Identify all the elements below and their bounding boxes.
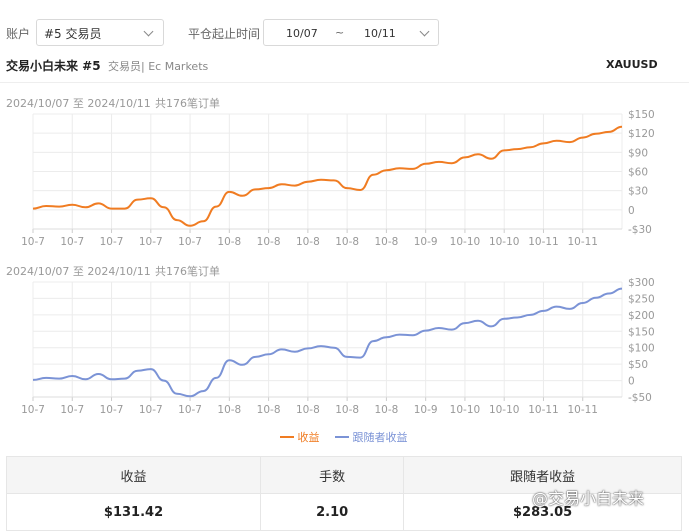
chart2-x-tick-label: 10-7 — [60, 404, 84, 416]
chart1-y-tick-label: $150 — [628, 109, 655, 121]
account-label: 账户 — [6, 27, 31, 41]
trader-name: 交易小白未来 #5 — [6, 59, 101, 73]
legend-item-follower[interactable]: 跟随者收益 — [335, 429, 408, 445]
chart1-x-tick-label: 10-8 — [335, 236, 359, 248]
chart2-x-tick-label: 10-7 — [178, 404, 202, 416]
chart1-x-tick-label: 10-7 — [139, 236, 163, 248]
chart2-x-tick-label: 10-7 — [139, 404, 163, 416]
chart1-x-tick-label: 10-8 — [374, 236, 398, 248]
chart2-x-tick-label: 10-8 — [374, 404, 398, 416]
chart1-x-tick-label: 10-9 — [414, 236, 438, 248]
chart2-x-tick-label: 10-10 — [450, 404, 481, 416]
chart1-x-tick-label: 10-10 — [489, 236, 520, 248]
chart2-x-tick-label: 10-8 — [257, 404, 281, 416]
header-divider — [0, 82, 689, 83]
chart2-y-tick-label: $100 — [628, 343, 655, 355]
chart1-series-line — [32, 125, 623, 227]
chart2-x-tick-label: 10-7 — [21, 404, 45, 416]
chart2-x-tick-label: 10-11 — [528, 404, 559, 416]
chart1-x-tick-label: 10-8 — [217, 236, 241, 248]
chart2-x-tick-label: 10-7 — [100, 404, 124, 416]
chart1-x-tick-label: 10-8 — [257, 236, 281, 248]
chart1-y-tick-label: -$30 — [628, 224, 652, 236]
chart2-y-tick-label: $250 — [628, 293, 655, 305]
chart1-x-tick-label: 10-11 — [567, 236, 598, 248]
date-to-input[interactable]: 10/11 — [364, 27, 396, 40]
legend-label-profit: 收益 — [297, 431, 320, 444]
chart2-x-tick-label: 10-8 — [296, 404, 320, 416]
date-range-picker[interactable]: 10/07 ~ 10/11 — [263, 19, 439, 46]
profit-chart: $150 $120 $90 $60 $30 0 -$30 10-7 10-7 10-7 10-7 10… — [21, 109, 655, 248]
date-separator: ~ — [335, 26, 345, 39]
chart2-y-tick-label: $200 — [628, 310, 655, 322]
account-select-value: #5 交易员 — [44, 27, 102, 41]
summary-value-profit: $131.42 — [5, 493, 262, 531]
chart1-x-tick-label: 10-7 — [60, 236, 84, 248]
watermark: @交易小白未来 — [532, 489, 645, 508]
chart1-x-tick-label: 10-8 — [296, 236, 320, 248]
legend-item-profit[interactable]: 收益 — [280, 429, 320, 445]
chevron-down-icon — [143, 26, 154, 37]
chart1-y-tick-label: 0 — [628, 205, 635, 217]
chart2-x-tick-label: 10-8 — [217, 404, 241, 416]
chart1-x-tick-label: 10-11 — [528, 236, 559, 248]
chart1-y-tick-label: $120 — [628, 128, 655, 140]
chart1-y-tick-label: $90 — [628, 147, 648, 159]
chart2-x-tick-label: 10-8 — [335, 404, 359, 416]
chart2-y-tick-label: -$50 — [628, 392, 652, 404]
chart2-y-tick-label: $150 — [628, 326, 655, 338]
summary-header-profit: 收益 — [5, 456, 262, 494]
account-select[interactable]: #5 交易员 — [36, 19, 164, 46]
chart1-x-tick-label: 10-7 — [21, 236, 45, 248]
summary-value-lots: 2.10 — [260, 493, 405, 531]
chart1-y-tick-label: $60 — [628, 167, 648, 179]
legend-swatch-profit — [280, 436, 294, 438]
chart1-x-tick-label: 10-10 — [450, 236, 481, 248]
follower-profit-chart: $300 $250 $200 $150 $100 $50 0 -$50 10-7 10-7 10-7… — [21, 277, 655, 416]
legend-label-follower: 跟随者收益 — [352, 431, 408, 444]
chart1-x-tick-label: 10-7 — [100, 236, 124, 248]
chart1-x-tick-label: 10-7 — [178, 236, 202, 248]
chart2-x-tick-label: 10-9 — [414, 404, 438, 416]
chart2-y-tick-label: $300 — [628, 277, 655, 289]
close-date-label: 平仓起止时间 — [188, 27, 261, 41]
chart1-y-tick-label: $30 — [628, 186, 648, 198]
trader-subtitle: 交易员| Ec Markets — [108, 60, 209, 73]
chart2-x-tick-label: 10-11 — [567, 404, 598, 416]
summary-header-lots: 手数 — [260, 456, 405, 494]
chart2-y-tick-label: 0 — [628, 376, 635, 388]
symbol-label: XAUUSD — [606, 58, 658, 71]
chevron-down-icon — [419, 26, 430, 37]
chart2-x-tick-label: 10-10 — [489, 404, 520, 416]
legend-swatch-follower — [335, 436, 349, 438]
chart2-y-tick-label: $50 — [628, 359, 648, 371]
date-from-input[interactable]: 10/07 — [286, 27, 318, 40]
